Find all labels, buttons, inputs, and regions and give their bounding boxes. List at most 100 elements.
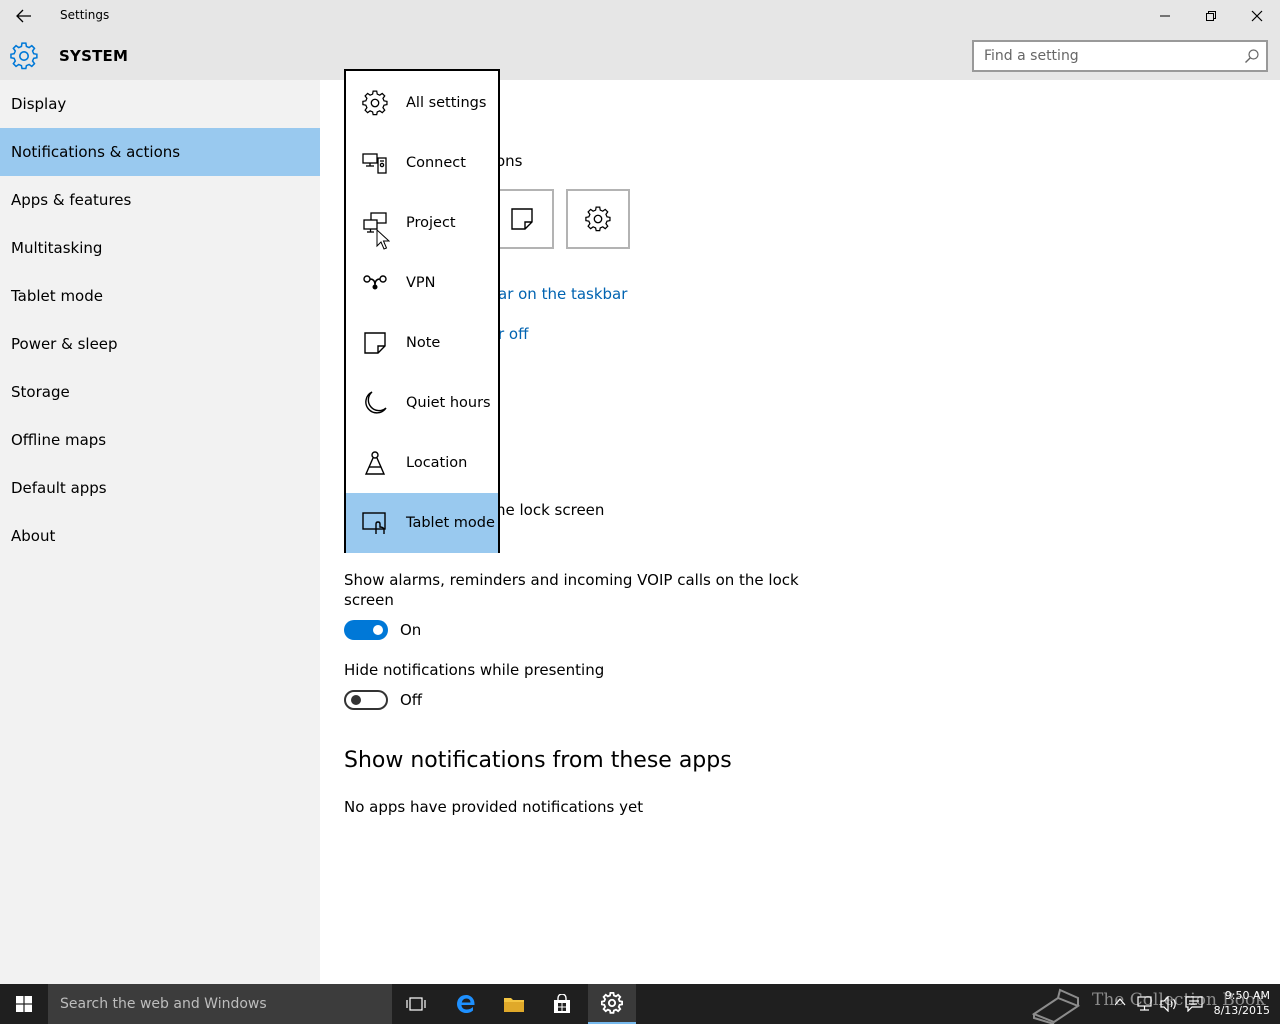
settings-taskbar-button[interactable] [588, 984, 636, 1024]
connect-icon [362, 153, 387, 174]
alarms-state: On [400, 621, 422, 639]
back-button[interactable] [8, 2, 40, 30]
hide-presenting-toggle[interactable] [344, 690, 388, 710]
section-title: SYSTEM [59, 47, 129, 65]
clock-time: 9:50 AM [1224, 989, 1270, 1002]
menu-item-tablet-mode[interactable]: Tablet mode [346, 493, 498, 553]
menu-item-label: All settings [406, 95, 487, 111]
sidebar-item-default-apps[interactable]: Default apps [0, 464, 320, 512]
sidebar-item-display[interactable]: Display [0, 80, 320, 128]
lock-screen-label: he lock screen [496, 501, 605, 519]
apps-section-heading: Show notifications from these apps [344, 748, 732, 773]
menu-item-note[interactable]: Note [346, 313, 498, 373]
folder-icon [504, 998, 524, 1012]
store-bag-icon [554, 994, 570, 1013]
menu-item-label: VPN [406, 275, 436, 291]
taskbar-search[interactable] [48, 984, 392, 1024]
sidebar-item-label: Tablet mode [11, 287, 103, 305]
menu-item-vpn[interactable]: VPN [346, 253, 498, 313]
menu-item-label: Note [406, 335, 441, 351]
taskbar-search-input[interactable] [48, 984, 378, 1024]
tablet-mode-icon [362, 512, 386, 534]
task-view-button[interactable] [392, 984, 440, 1024]
sidebar-item-label: Default apps [11, 479, 107, 497]
sidebar-item-label: Multitasking [11, 239, 103, 257]
hide-presenting-label: Hide notifications while presenting [344, 661, 605, 679]
title-bar: Settings [0, 0, 1280, 32]
start-button[interactable] [0, 984, 48, 1024]
sidebar-item-offline-maps[interactable]: Offline maps [0, 416, 320, 464]
volume-icon[interactable] [1160, 996, 1178, 1012]
hide-presenting-state: Off [400, 691, 423, 709]
minimize-icon [1160, 15, 1170, 17]
menu-item-connect[interactable]: Connect [346, 133, 498, 193]
alarms-label: Show alarms, reminders and incoming VOIP… [344, 571, 799, 589]
sidebar-item-power-sleep[interactable]: Power & sleep [0, 320, 320, 368]
menu-item-label: Quiet hours [406, 395, 491, 411]
sidebar-item-multitasking[interactable]: Multitasking [0, 224, 320, 272]
gear-icon [10, 42, 38, 70]
note-icon [364, 332, 386, 354]
clock-date: 8/13/2015 [1213, 1004, 1270, 1017]
back-arrow-icon [16, 9, 31, 23]
alarms-toggle[interactable] [344, 620, 388, 640]
quick-action-flyout: All settings Connect Project VPN Note Qu… [344, 69, 500, 553]
action-center-icon[interactable] [1185, 996, 1203, 1012]
sidebar-item-label: Offline maps [11, 431, 107, 449]
gear-icon [585, 206, 611, 232]
menu-item-label: Connect [406, 155, 466, 171]
mouse-cursor-icon [376, 229, 390, 250]
sidebar-item-about[interactable]: About [0, 512, 320, 560]
close-button[interactable] [1234, 0, 1280, 32]
sidebar-item-label: Display [11, 95, 67, 113]
task-view-icon [406, 997, 426, 1011]
alarms-label-cont: screen [344, 591, 394, 609]
note-icon [511, 208, 533, 230]
restore-icon [1206, 11, 1216, 21]
sidebar-item-storage[interactable]: Storage [0, 368, 320, 416]
sidebar-item-label: About [11, 527, 56, 545]
taskbar-icons-link[interactable]: ar on the taskbar [498, 285, 627, 303]
edge-button[interactable] [442, 984, 490, 1024]
gear-icon [601, 992, 623, 1014]
watermark-book-icon [1031, 988, 1081, 1024]
taskbar: The Collection Book 9:50 AM 8/13/2015 [0, 984, 1280, 1024]
edge-icon [457, 995, 475, 1013]
gear-icon [362, 90, 388, 116]
menu-item-location[interactable]: Location [346, 433, 498, 493]
windows-logo-icon [16, 996, 32, 1012]
apps-empty-message: No apps have provided notifications yet [344, 798, 644, 816]
chevron-up-icon[interactable] [1114, 996, 1126, 1008]
settings-header: SYSTEM [0, 32, 1280, 80]
sidebar: Display Notifications & actions Apps & f… [0, 80, 320, 984]
search-icon[interactable] [1244, 48, 1260, 64]
system-icons-link[interactable]: r off [498, 325, 528, 343]
sidebar-item-label: Storage [11, 383, 70, 401]
sidebar-item-notifications-actions[interactable]: Notifications & actions [0, 128, 320, 176]
sidebar-item-tablet-mode[interactable]: Tablet mode [0, 272, 320, 320]
menu-item-label: Tablet mode [406, 515, 495, 531]
moon-icon [365, 391, 387, 414]
menu-item-label: Project [406, 215, 456, 231]
store-button[interactable] [538, 984, 586, 1024]
window-title: Settings [60, 8, 110, 22]
file-explorer-button[interactable] [490, 984, 538, 1024]
find-setting-search[interactable] [972, 40, 1268, 72]
toggle-knob [351, 695, 361, 705]
sidebar-item-label: Power & sleep [11, 335, 118, 353]
sidebar-item-apps-features[interactable]: Apps & features [0, 176, 320, 224]
menu-item-quiet-hours[interactable]: Quiet hours [346, 373, 498, 433]
restore-button[interactable] [1188, 0, 1234, 32]
vpn-icon [363, 275, 387, 290]
sidebar-item-label: Notifications & actions [11, 143, 181, 161]
sidebar-item-label: Apps & features [11, 191, 132, 209]
toggle-knob [373, 625, 383, 635]
menu-item-all-settings[interactable]: All settings [346, 73, 498, 133]
menu-item-project[interactable]: Project [346, 193, 498, 253]
taskbar-clock[interactable]: 9:50 AM 8/13/2015 [1208, 988, 1270, 1018]
minimize-button[interactable] [1142, 0, 1188, 32]
quick-action-all-settings[interactable] [566, 189, 630, 249]
search-input[interactable] [974, 42, 1224, 70]
location-icon [364, 451, 386, 475]
network-icon[interactable] [1136, 996, 1154, 1012]
